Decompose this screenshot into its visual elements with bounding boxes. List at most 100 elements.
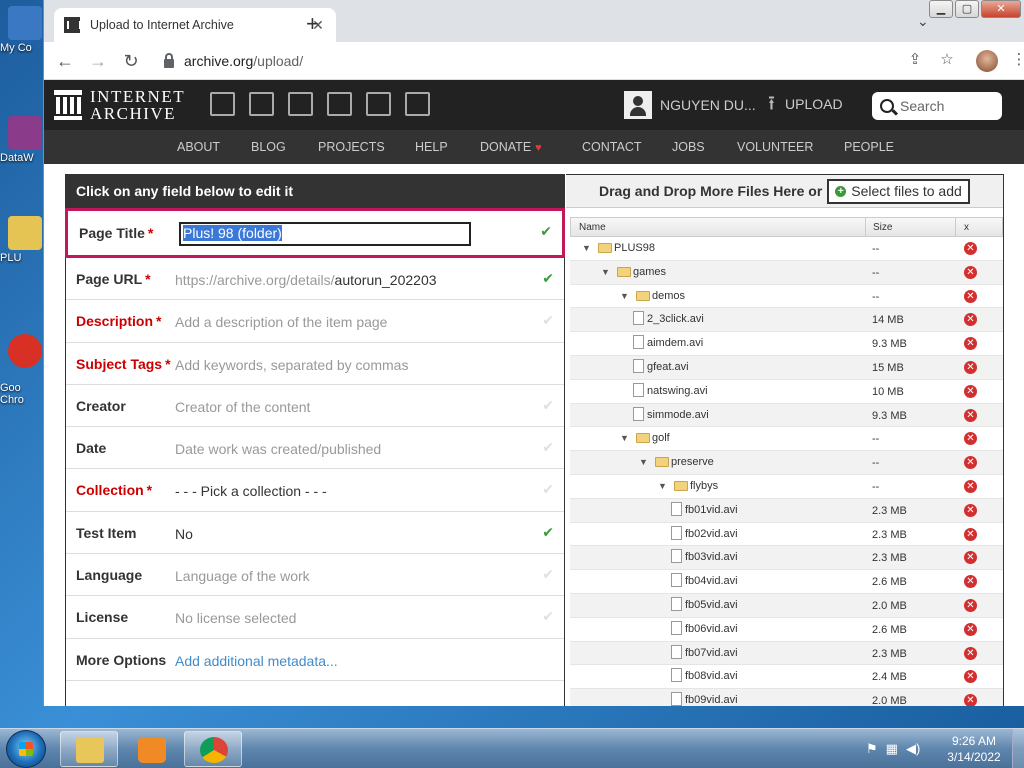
lock-icon[interactable] — [164, 52, 174, 68]
nav-jobs[interactable]: JOBS — [672, 140, 705, 154]
nav-projects[interactable]: PROJECTS — [318, 140, 385, 154]
remove-file-icon[interactable]: ✕ — [964, 337, 977, 351]
clock[interactable]: 9:26 AM 3/14/2022 — [944, 733, 1004, 765]
nav-help[interactable]: HELP — [415, 140, 448, 154]
flag-icon[interactable]: ⚑ — [866, 741, 878, 757]
nav-blog[interactable]: BLOG — [251, 140, 286, 154]
profile-avatar[interactable] — [976, 50, 998, 72]
expand-triangle-icon[interactable]: ▼ — [582, 243, 594, 253]
remove-file-icon[interactable]: ✕ — [964, 598, 977, 612]
desktop-icon-datawarrior[interactable]: DataW — [0, 116, 44, 164]
field-creator[interactable]: Creator Creator of the content ✔ — [66, 385, 564, 428]
file-row[interactable]: aimdem.avi 9.3 MB ✕ — [570, 332, 1003, 356]
test-item-value[interactable]: No — [175, 526, 193, 542]
taskbar-media-player[interactable] — [122, 731, 180, 767]
folder-row[interactable]: ▼ games -- ✕ — [570, 260, 1003, 285]
close-window-button[interactable]: ✕ — [981, 0, 1021, 18]
page-title-input[interactable]: Plus! 98 (folder) — [179, 222, 471, 246]
nav-people[interactable]: PEOPLE — [844, 140, 894, 154]
tab-search-icon[interactable]: ⌄ — [917, 13, 929, 30]
remove-file-icon[interactable]: ✕ — [964, 479, 977, 493]
search-input[interactable]: Search — [872, 92, 1002, 120]
field-date[interactable]: Date Date work was created/published ✔ — [66, 427, 564, 470]
folder-row[interactable]: ▼ PLUS98 -- ✕ — [570, 237, 1003, 261]
nav-contact[interactable]: CONTACT — [582, 140, 642, 154]
file-row[interactable]: simmode.avi 9.3 MB ✕ — [570, 403, 1003, 428]
tab-upload[interactable]: Upload to Internet Archive ✕ — [54, 8, 336, 42]
desktop-icon-google-chrome[interactable]: Goo Chro — [0, 322, 44, 406]
remove-file-icon[interactable]: ✕ — [964, 551, 977, 565]
software-icon[interactable] — [366, 92, 391, 116]
remove-file-icon[interactable]: ✕ — [964, 360, 977, 374]
file-row[interactable]: fb09vid.avi 2.0 MB ✕ — [570, 689, 1003, 706]
desktop-icon-plus-folder[interactable]: PLU — [0, 216, 44, 264]
remove-file-icon[interactable]: ✕ — [964, 265, 977, 279]
remove-file-icon[interactable]: ✕ — [964, 503, 977, 517]
file-row[interactable]: fb04vid.avi 2.6 MB ✕ — [570, 570, 1003, 594]
expand-triangle-icon[interactable]: ▼ — [658, 481, 670, 491]
texts-icon[interactable] — [249, 92, 274, 116]
file-row[interactable]: fb05vid.avi 2.0 MB ✕ — [570, 593, 1003, 618]
remove-file-icon[interactable]: ✕ — [964, 408, 977, 422]
expand-triangle-icon[interactable]: ▼ — [620, 291, 632, 301]
remove-file-icon[interactable]: ✕ — [964, 313, 977, 327]
volume-icon[interactable]: ◀) — [906, 741, 920, 757]
web-icon[interactable] — [210, 92, 235, 116]
field-collection[interactable]: Collection * - - - Pick a collection - - … — [66, 469, 564, 512]
start-button[interactable] — [6, 730, 46, 768]
user-menu[interactable]: NGUYEN DU... — [624, 91, 756, 119]
file-row[interactable]: natswing.avi 10 MB ✕ — [570, 380, 1003, 404]
remove-file-icon[interactable]: ✕ — [964, 575, 977, 589]
remove-file-icon[interactable]: ✕ — [964, 527, 977, 541]
file-row[interactable]: fb08vid.avi 2.4 MB ✕ — [570, 665, 1003, 690]
field-test-item[interactable]: Test Item No ✔ — [66, 512, 564, 555]
show-desktop-button[interactable] — [1012, 729, 1024, 768]
folder-row[interactable]: ▼ flybys -- ✕ — [570, 475, 1003, 499]
nav-about[interactable]: ABOUT — [177, 140, 220, 154]
expand-triangle-icon[interactable]: ▼ — [601, 267, 613, 277]
select-files-button[interactable]: + Select files to add — [827, 178, 970, 204]
reload-button[interactable]: ↻ — [120, 50, 142, 72]
field-language[interactable]: Language Language of the work ✔ — [66, 554, 564, 597]
audio-icon[interactable] — [327, 92, 352, 116]
browser-menu-icon[interactable]: ⋮ — [1008, 50, 1024, 68]
taskbar-chrome[interactable] — [184, 731, 242, 767]
maximize-button[interactable]: ▢ — [955, 0, 979, 18]
bookmark-star-icon[interactable]: ☆ — [936, 50, 958, 68]
nav-volunteer[interactable]: VOLUNTEER — [737, 140, 813, 154]
taskbar-explorer[interactable] — [60, 731, 118, 767]
expand-triangle-icon[interactable]: ▼ — [639, 457, 651, 467]
forward-button[interactable]: → — [87, 50, 109, 72]
field-page-url[interactable]: Page URL * https://archive.org/details/au… — [66, 258, 564, 301]
add-metadata-link[interactable]: Add additional metadata... — [175, 653, 338, 669]
field-subject-tags[interactable]: Subject Tags * Add keywords, separated by… — [66, 343, 564, 385]
folder-row[interactable]: ▼ golf -- ✕ — [570, 427, 1003, 452]
file-row[interactable]: fb06vid.avi 2.6 MB ✕ — [570, 618, 1003, 642]
minimize-button[interactable]: ▁ — [929, 0, 953, 18]
remove-file-icon[interactable]: ✕ — [964, 384, 977, 398]
col-name[interactable]: Name — [579, 222, 606, 233]
remove-file-icon[interactable]: ✕ — [964, 242, 977, 255]
upload-link[interactable]: ⭱ UPLOAD — [768, 94, 843, 114]
share-icon[interactable]: ⇪ — [904, 50, 926, 68]
desktop-icon-my-computer[interactable]: My Co — [0, 6, 44, 54]
field-description[interactable]: Description * Add a description of the it… — [66, 300, 564, 343]
expand-triangle-icon[interactable]: ▼ — [620, 433, 632, 443]
url-field[interactable]: archive.org/upload/ — [154, 47, 884, 75]
file-row[interactable]: fb02vid.avi 2.3 MB ✕ — [570, 523, 1003, 547]
file-row[interactable]: fb03vid.avi 2.3 MB ✕ — [570, 546, 1003, 571]
remove-file-icon[interactable]: ✕ — [964, 289, 977, 303]
remove-file-icon[interactable]: ✕ — [964, 670, 977, 684]
video-icon[interactable] — [288, 92, 313, 116]
remove-file-icon[interactable]: ✕ — [964, 456, 977, 470]
new-tab-button[interactable]: + — [306, 12, 326, 36]
nav-donate[interactable]: DONATE ♥ — [480, 140, 542, 154]
remove-file-icon[interactable]: ✕ — [964, 432, 977, 446]
collection-select[interactable]: - - - Pick a collection - - - — [175, 483, 327, 499]
file-row[interactable]: fb07vid.avi 2.3 MB ✕ — [570, 641, 1003, 666]
col-size[interactable]: Size — [873, 222, 892, 233]
file-row[interactable]: 2_3click.avi 14 MB ✕ — [570, 308, 1003, 333]
ia-logo[interactable]: INTERNET ARCHIVE — [54, 88, 185, 122]
remove-file-icon[interactable]: ✕ — [964, 646, 977, 660]
file-row[interactable]: fb01vid.avi 2.3 MB ✕ — [570, 498, 1003, 523]
